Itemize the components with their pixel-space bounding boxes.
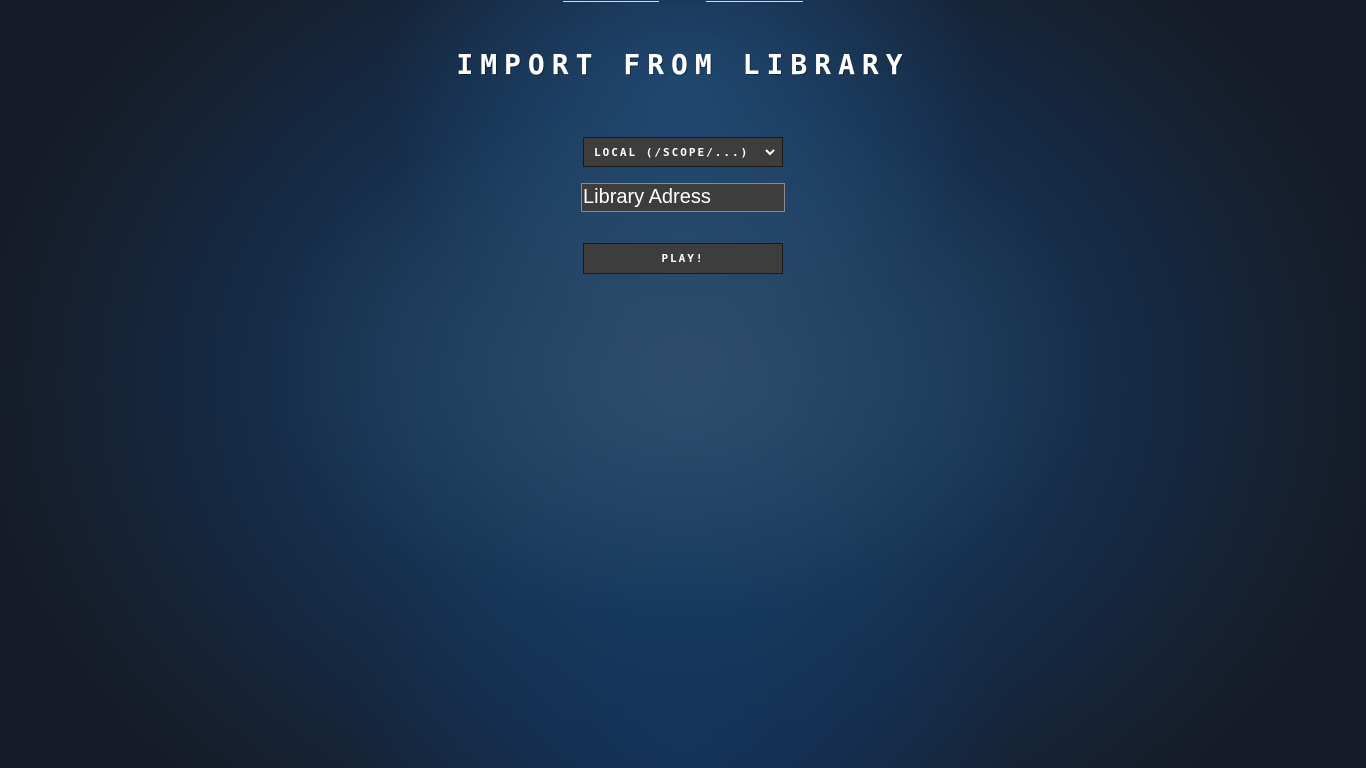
source-select[interactable]: LOCAL (/SCOPE/...): [583, 137, 783, 167]
top-tab-active[interactable]: [659, 0, 706, 2]
chevron-down-icon: [762, 144, 778, 160]
top-tab-strip: [563, 0, 803, 2]
page-title: IMPORT FROM LIBRARY: [456, 48, 910, 81]
play-button[interactable]: PLAY!: [583, 243, 783, 274]
source-select-value: LOCAL (/SCOPE/...): [594, 145, 750, 159]
top-tab-left[interactable]: [563, 0, 659, 2]
top-tab-right[interactable]: [706, 0, 803, 2]
library-address-input[interactable]: [581, 183, 785, 212]
